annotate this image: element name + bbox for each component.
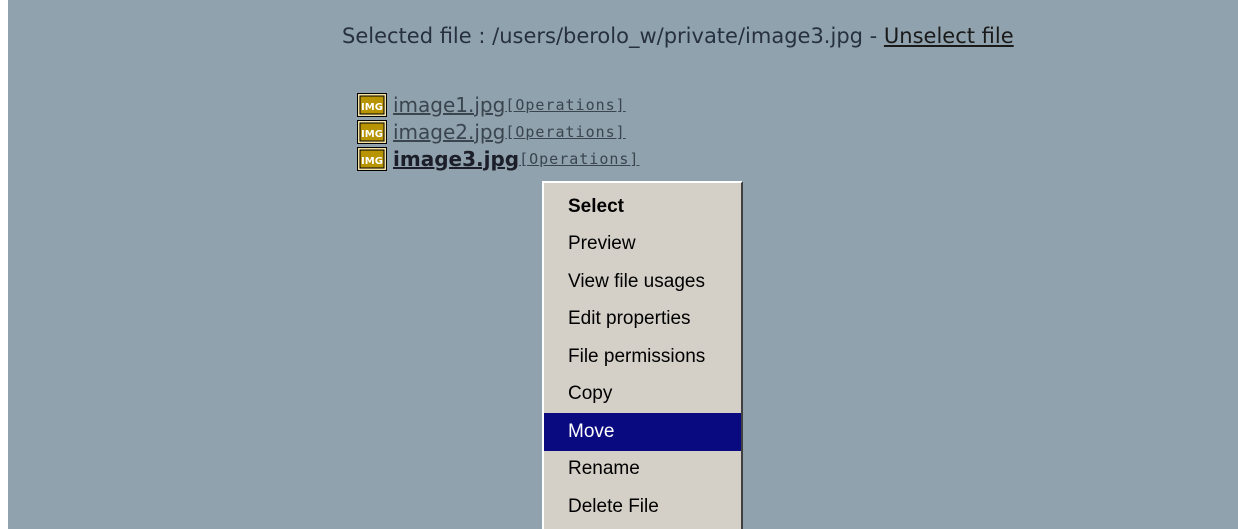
svg-text:IMG: IMG bbox=[361, 129, 383, 140]
file-row: IMG image2.jpg [Operations] bbox=[357, 118, 639, 145]
menu-item-copy[interactable]: Copy bbox=[544, 376, 741, 414]
file-row: IMG image3.jpg [Operations] bbox=[357, 145, 639, 172]
operations-link-image3[interactable]: [Operations] bbox=[519, 150, 639, 168]
file-link-image1[interactable]: image1.jpg bbox=[393, 93, 505, 117]
menu-item-edit-properties[interactable]: Edit properties bbox=[544, 301, 741, 339]
selected-file-line: Selected file : /users/berolo_w/private/… bbox=[342, 24, 1014, 48]
operations-context-menu: Select Preview View file usages Edit pro… bbox=[542, 181, 743, 529]
menu-item-preview[interactable]: Preview bbox=[544, 226, 741, 264]
menu-item-view-file-usages[interactable]: View file usages bbox=[544, 263, 741, 301]
file-link-image3[interactable]: image3.jpg bbox=[393, 147, 519, 171]
menu-item-delete-file[interactable]: Delete File bbox=[544, 488, 741, 526]
svg-text:IMG: IMG bbox=[361, 156, 383, 167]
operations-link-image1[interactable]: [Operations] bbox=[505, 96, 625, 114]
selected-file-text: Selected file : /users/berolo_w/private/… bbox=[342, 24, 884, 48]
menu-item-rename[interactable]: Rename bbox=[544, 451, 741, 489]
operations-link-image2[interactable]: [Operations] bbox=[505, 123, 625, 141]
menu-item-select[interactable]: Select bbox=[544, 188, 741, 226]
img-file-icon: IMG bbox=[357, 92, 387, 117]
svg-text:IMG: IMG bbox=[361, 102, 383, 113]
file-list: IMG image1.jpg [Operations] IMG image2.jp… bbox=[357, 91, 639, 172]
unselect-file-link[interactable]: Unselect file bbox=[884, 24, 1014, 48]
img-file-icon: IMG bbox=[357, 119, 387, 144]
file-row: IMG image1.jpg [Operations] bbox=[357, 91, 639, 118]
menu-item-file-permissions[interactable]: File permissions bbox=[544, 338, 741, 376]
file-link-image2[interactable]: image2.jpg bbox=[393, 120, 505, 144]
menu-item-move[interactable]: Move bbox=[544, 413, 741, 451]
img-file-icon: IMG bbox=[357, 146, 387, 171]
